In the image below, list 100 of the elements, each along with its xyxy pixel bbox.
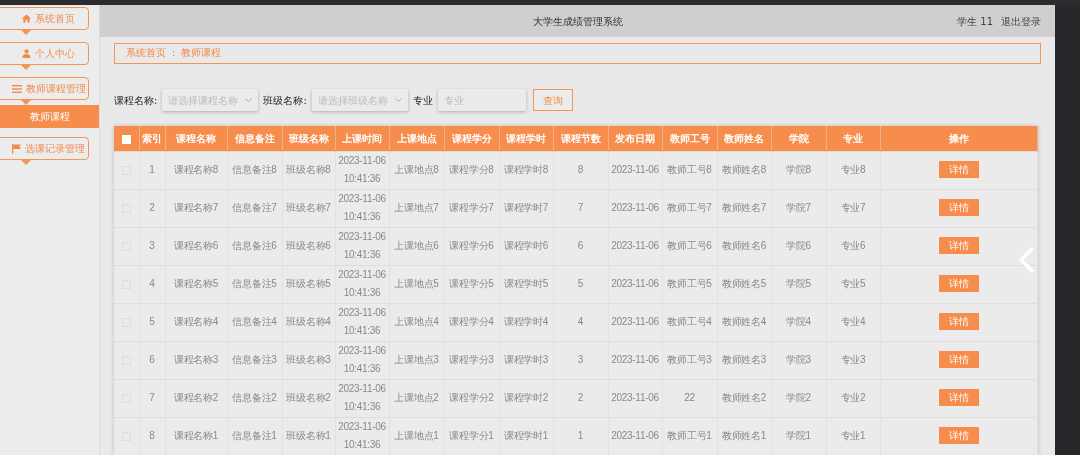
column-header: 信息备注 xyxy=(227,126,282,151)
table-cell: 上课地点4 xyxy=(389,303,444,341)
table-cell: 2023-11-06 10:41:36 xyxy=(335,265,389,303)
table-cell: 教师姓名3 xyxy=(717,341,771,379)
table-cell: 教师姓名6 xyxy=(717,227,771,265)
table-cell: 22 xyxy=(662,379,717,417)
column-header: 教师工号 xyxy=(662,126,717,151)
column-header: 上课时间 xyxy=(335,126,389,151)
table-cell: 2023-11-06 xyxy=(608,303,662,341)
table-cell: 2023-11-06 10:41:36 xyxy=(335,341,389,379)
column-header: 课程学时 xyxy=(499,126,553,151)
table-cell: 上课地点2 xyxy=(389,379,444,417)
table-cell: 6 xyxy=(553,227,608,265)
column-header: 课程名称 xyxy=(165,126,227,151)
table-cell: 教师工号7 xyxy=(662,189,717,227)
table-cell: 教师工号3 xyxy=(662,341,717,379)
details-button[interactable]: 详情 xyxy=(938,313,979,330)
table-cell: 班级名称7 xyxy=(282,189,335,227)
table-cell: 课程学时8 xyxy=(499,151,553,189)
table-cell: 2023-11-06 xyxy=(608,151,662,189)
column-header: 上课地点 xyxy=(389,126,444,151)
user-label: 学生 11 xyxy=(957,14,993,29)
table-cell: 课程学分6 xyxy=(444,227,499,265)
table-cell: 课程名称3 xyxy=(165,341,227,379)
column-header: 学院 xyxy=(771,126,826,151)
table-cell: 上课地点3 xyxy=(389,341,444,379)
table-cell: 教师姓名1 xyxy=(717,417,771,455)
table-cell: 课程学时7 xyxy=(499,189,553,227)
table-cell: 2023-11-06 xyxy=(608,189,662,227)
table-cell: 8 xyxy=(139,417,165,455)
table-cell: 班级名称5 xyxy=(282,265,335,303)
table-cell: 班级名称8 xyxy=(282,151,335,189)
table-cell: 2023-11-06 10:41:36 xyxy=(335,417,389,455)
table-cell: 2023-11-06 10:41:36 xyxy=(335,189,389,227)
details-button[interactable]: 详情 xyxy=(938,389,979,406)
table-cell: 专业4 xyxy=(826,303,880,341)
table-cell: 信息备注3 xyxy=(227,341,282,379)
table-cell: 上课地点6 xyxy=(389,227,444,265)
table-cell: 课程名称1 xyxy=(165,417,227,455)
breadcrumb-separator: : xyxy=(172,46,176,61)
table-cell: 专业2 xyxy=(826,379,880,417)
table-cell: 信息备注2 xyxy=(227,379,282,417)
table-cell: 课程名称7 xyxy=(165,189,227,227)
table-cell: 专业6 xyxy=(826,227,880,265)
table-cell: 教师姓名4 xyxy=(717,303,771,341)
table-cell: 班级名称3 xyxy=(282,341,335,379)
table-cell: 课程名称6 xyxy=(165,227,227,265)
table-cell: 7 xyxy=(553,189,608,227)
table-cell: 教师姓名7 xyxy=(717,189,771,227)
column-header: 教师姓名 xyxy=(717,126,771,151)
table-cell: 课程学分5 xyxy=(444,265,499,303)
table-cell: 信息备注4 xyxy=(227,303,282,341)
table-cell: 5 xyxy=(553,265,608,303)
table-cell: 2023-11-06 10:41:36 xyxy=(335,227,389,265)
search-button[interactable]: 查询 xyxy=(533,89,574,111)
table-cell: 课程名称4 xyxy=(165,303,227,341)
table-cell: 课程学分3 xyxy=(444,341,499,379)
table-cell: 课程学时6 xyxy=(499,227,553,265)
table-cell: 信息备注1 xyxy=(227,417,282,455)
details-button[interactable]: 详情 xyxy=(938,161,979,178)
table-cell: 2 xyxy=(139,189,165,227)
table-cell: 2023-11-06 xyxy=(608,265,662,303)
table-cell: 上课地点8 xyxy=(389,151,444,189)
breadcrumb-home[interactable]: 系统首页 xyxy=(126,46,166,61)
details-button[interactable]: 详情 xyxy=(938,351,979,368)
logout-link[interactable]: 退出登录 xyxy=(1001,13,1041,29)
breadcrumb-current: 教师课程 xyxy=(181,46,222,61)
table-cell: 学院7 xyxy=(771,189,826,227)
table-cell: 1 xyxy=(553,417,608,455)
table-cell: 专业3 xyxy=(826,341,880,379)
table-cell: 学院6 xyxy=(771,227,826,265)
field-label: 专业 xyxy=(412,93,433,108)
sidebar-subitem[interactable]: 教师课程 xyxy=(0,105,99,128)
details-button[interactable]: 详情 xyxy=(938,275,979,292)
table-cell: 教师姓名8 xyxy=(717,151,771,189)
table-cell: 3 xyxy=(139,227,165,265)
table-cell: 2023-11-06 10:41:36 xyxy=(335,151,389,189)
table-cell: 上课地点1 xyxy=(389,417,444,455)
table-cell: 教师姓名5 xyxy=(717,265,771,303)
table-cell: 学院5 xyxy=(771,265,826,303)
table-cell: 上课地点7 xyxy=(389,189,444,227)
app-title: 大学生成绩管理系统 xyxy=(532,14,623,29)
column-header: 课程节数 xyxy=(553,126,608,151)
table-cell: 信息备注8 xyxy=(227,151,282,189)
details-button[interactable]: 详情 xyxy=(938,199,979,216)
column-header: 发布日期 xyxy=(608,126,662,151)
details-button[interactable]: 详情 xyxy=(938,237,979,254)
table-cell: 6 xyxy=(139,341,165,379)
table-cell: 教师工号6 xyxy=(662,227,717,265)
table-cell: 学院4 xyxy=(771,303,826,341)
table-cell: 学院2 xyxy=(771,379,826,417)
table-cell: 课程名称2 xyxy=(165,379,227,417)
table-cell: 学院8 xyxy=(771,151,826,189)
table-cell: 课程名称8 xyxy=(165,151,227,189)
table-cell: 1 xyxy=(139,151,165,189)
field-label: 课程名称: xyxy=(114,93,158,108)
details-button[interactable]: 详情 xyxy=(938,427,979,445)
table-cell: 4 xyxy=(553,303,608,341)
table-cell: 学院3 xyxy=(771,341,826,379)
table-cell: 课程学分4 xyxy=(444,303,499,341)
